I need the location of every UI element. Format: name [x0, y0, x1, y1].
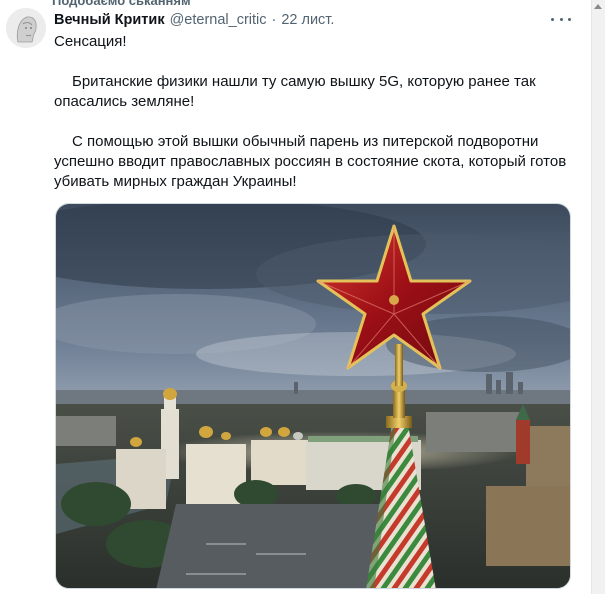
- tweet-text-line: опасались земляне!: [54, 93, 195, 110]
- tweet-text-line: убивать мирных граждан Украины!: [54, 173, 297, 190]
- more-horizontal-icon[interactable]: [551, 11, 571, 27]
- tweet-text-line: Сенсация!: [54, 33, 127, 50]
- avatar-image: [6, 8, 46, 48]
- tweet-header: Вечный Критик @eternal_critic · 22 лист.: [54, 10, 334, 30]
- tweet-text-line: Британские физики нашли ту самую вышку 5…: [72, 73, 536, 90]
- tweet-photo[interactable]: [55, 203, 571, 589]
- user-handle[interactable]: @eternal_critic: [170, 12, 267, 28]
- display-name[interactable]: Вечный Критик: [54, 12, 165, 28]
- tweet-text-line: С помощью этой вышки обычный парень из п…: [72, 133, 539, 150]
- scrollbar[interactable]: [591, 0, 605, 594]
- tweet[interactable]: Вечный Критик @eternal_critic · 22 лист.…: [0, 0, 590, 594]
- avatar[interactable]: [6, 8, 46, 48]
- tweet-date[interactable]: 22 лист.: [281, 12, 334, 28]
- scroll-up-arrow-icon[interactable]: [594, 4, 602, 9]
- separator: ·: [271, 12, 277, 28]
- tweet-text-line: успешно вводит православных россиян в со…: [54, 153, 567, 170]
